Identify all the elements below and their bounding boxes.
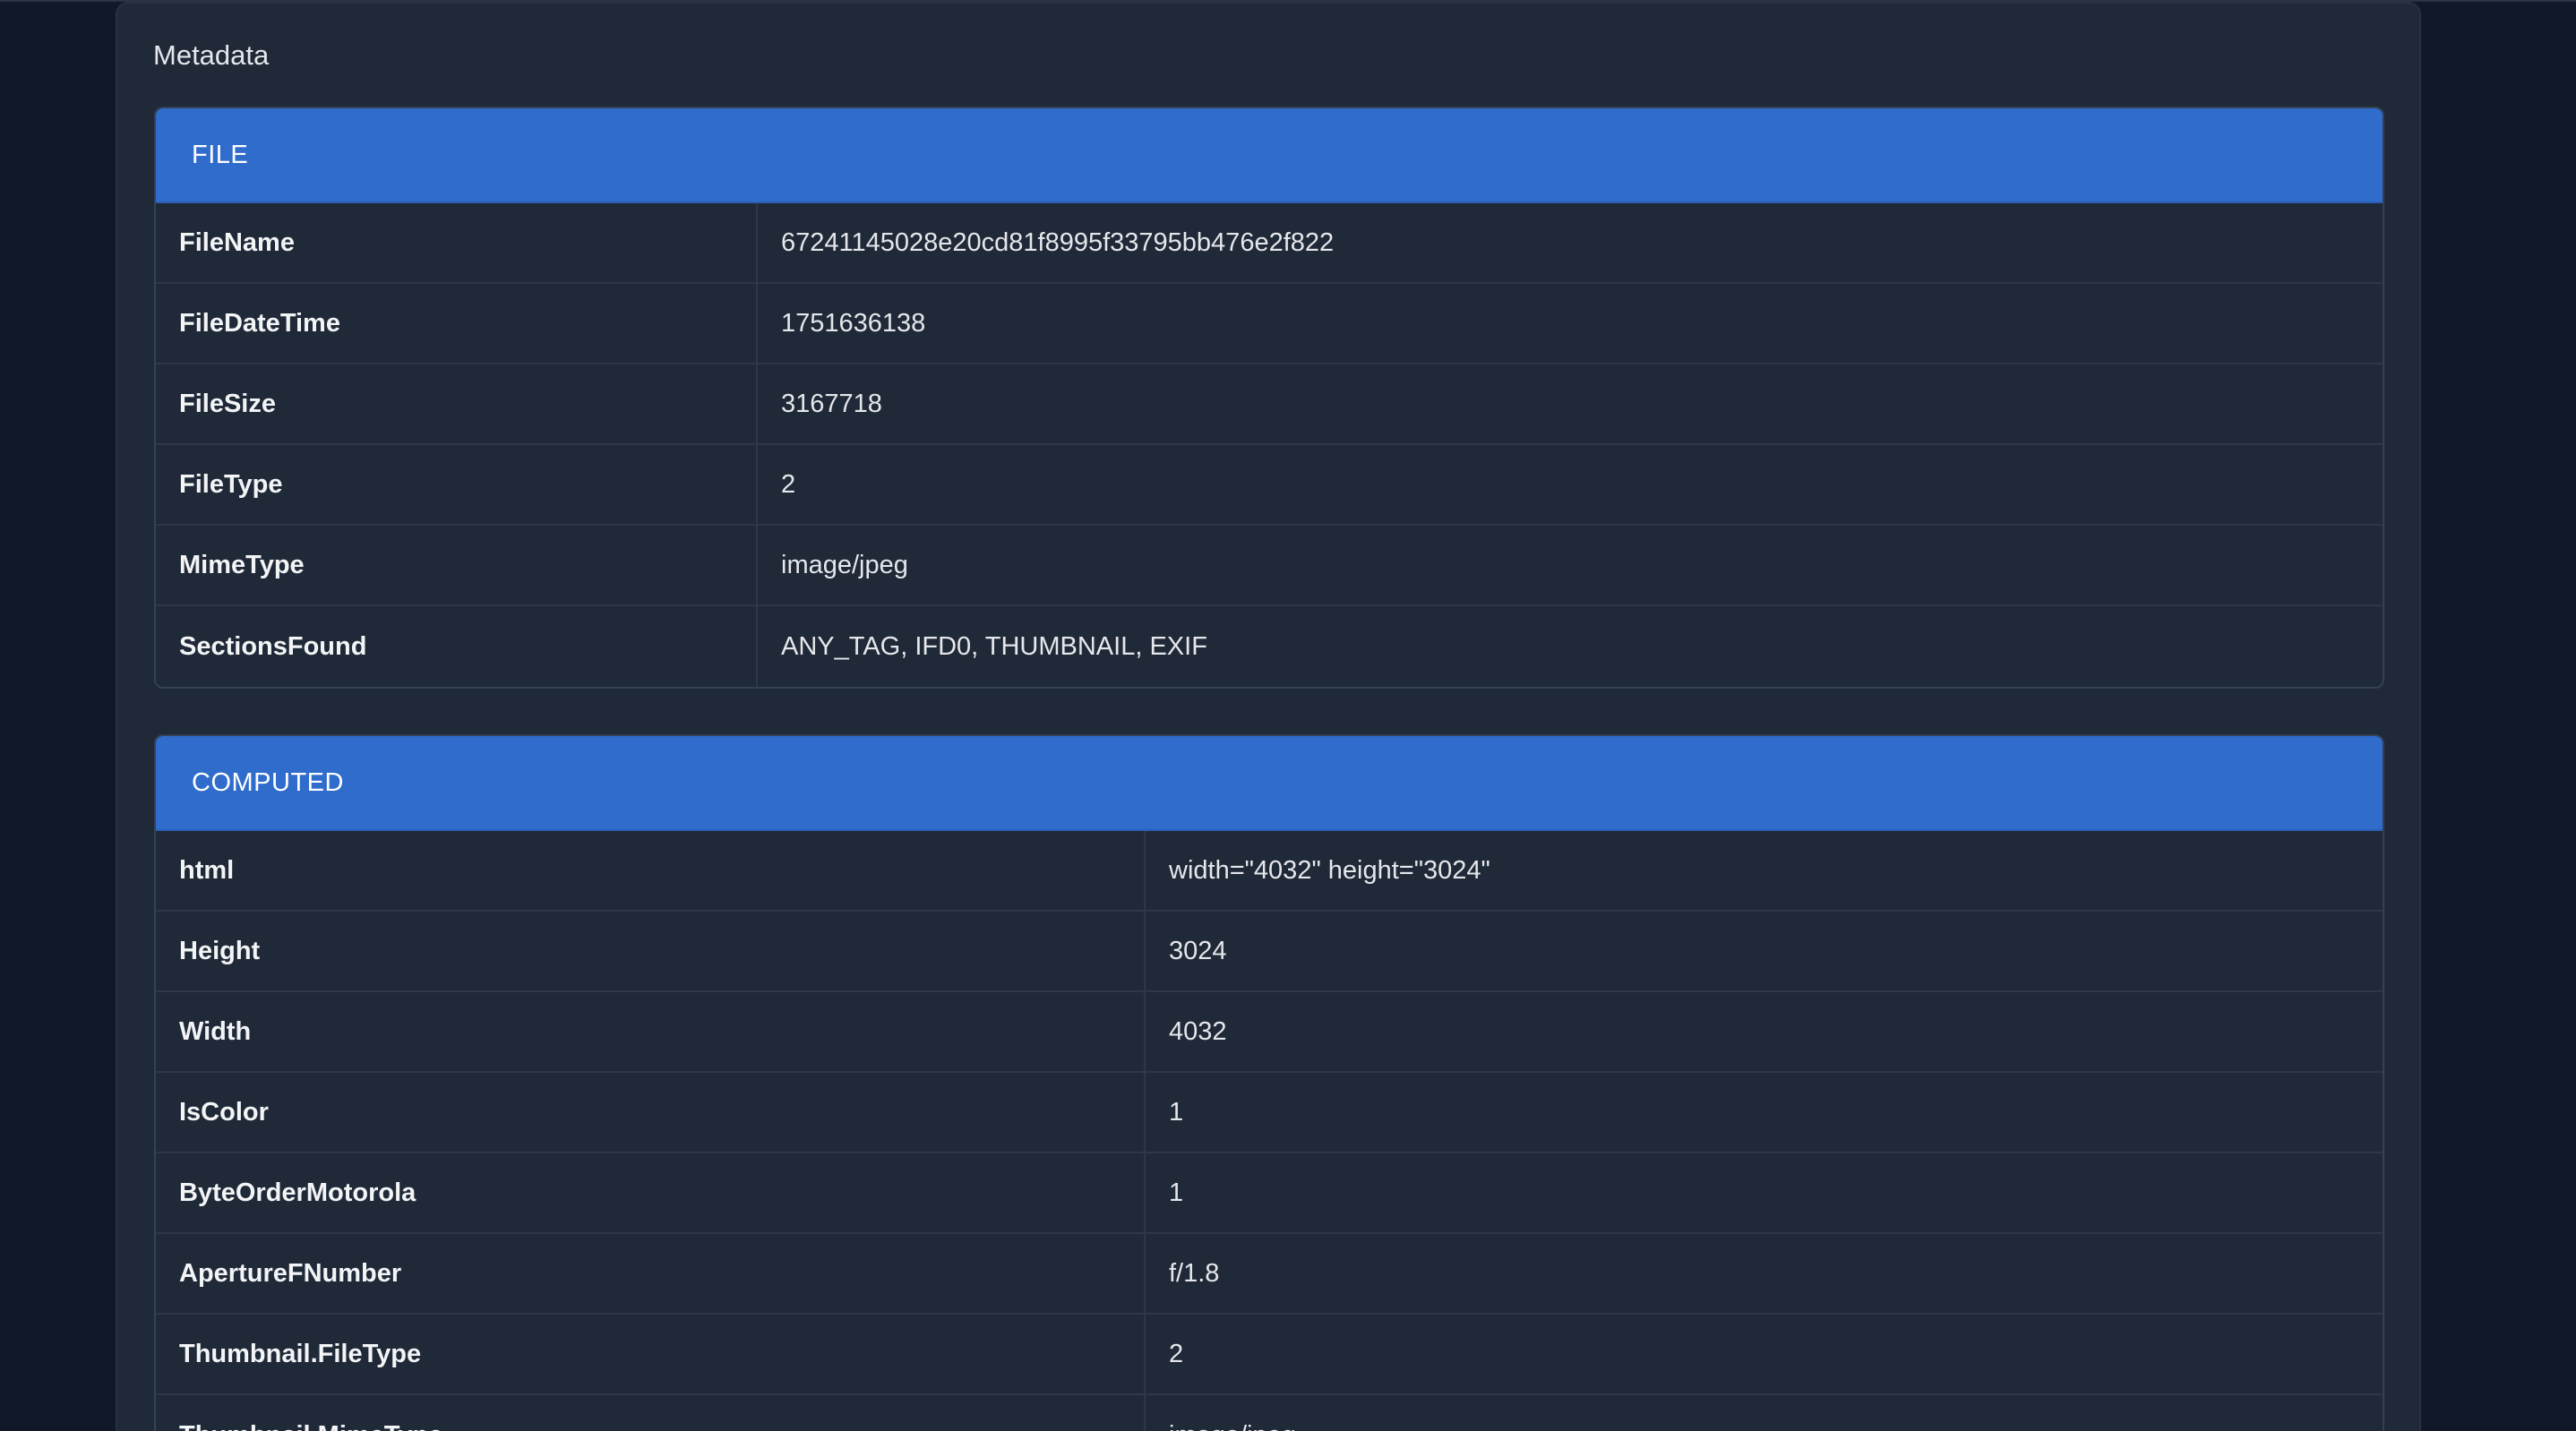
table-row: ApertureFNumber f/1.8 — [156, 1234, 2383, 1315]
row-key: ByteOrderMotorola — [156, 1153, 1146, 1232]
row-key: ApertureFNumber — [156, 1234, 1146, 1313]
row-value: image/jpeg — [1146, 1395, 2383, 1431]
table-row: FileName 67241145028e20cd81f8995f33795bb… — [156, 203, 2383, 284]
row-value: 3167718 — [781, 389, 882, 418]
row-key: SectionsFound — [156, 606, 758, 687]
table-row: ByteOrderMotorola 1 — [156, 1153, 2383, 1234]
table-row: Height 3024 — [156, 912, 2383, 992]
row-value: 1751636138 — [781, 308, 926, 338]
row-value: 1 — [1169, 1097, 1184, 1127]
row-value: 2 — [781, 469, 796, 499]
row-value: image/jpeg — [781, 550, 908, 579]
table-row: FileType 2 — [156, 445, 2383, 526]
table-row: IsColor 1 — [156, 1073, 2383, 1153]
card-title: Metadata — [153, 39, 270, 71]
row-key: Height — [156, 912, 1146, 990]
row-value: width="4032" height="3024" — [1169, 855, 1490, 885]
file-table: FileName 67241145028e20cd81f8995f33795bb… — [156, 203, 2383, 687]
row-value: 3024 — [1169, 936, 1227, 965]
table-row: html width="4032" height="3024" — [156, 831, 2383, 912]
computed-section: COMPUTED html width="4032" height="3024"… — [154, 734, 2384, 1431]
computed-section-header[interactable]: COMPUTED — [156, 736, 2383, 831]
row-key: FileType — [156, 445, 758, 524]
metadata-card: Metadata FILE FileName 67241145028e20cd8… — [116, 2, 2421, 1431]
computed-table: html width="4032" height="3024" Height 3… — [156, 831, 2383, 1431]
table-row: Thumbnail.MimeType image/jpeg — [156, 1395, 2383, 1431]
row-key: Thumbnail.MimeType — [156, 1395, 1146, 1431]
row-value: 2 — [1169, 1339, 1184, 1368]
row-key: FileName — [156, 203, 758, 282]
row-key: Thumbnail.FileType — [156, 1315, 1146, 1393]
row-value: f/1.8 — [1169, 1258, 1220, 1288]
table-row: SectionsFound ANY_TAG, IFD0, THUMBNAIL, … — [156, 606, 2383, 687]
row-key: FileSize — [156, 364, 758, 443]
row-key: Width — [156, 992, 1146, 1071]
row-key: html — [156, 831, 1146, 910]
table-row: Thumbnail.FileType 2 — [156, 1315, 2383, 1395]
file-section-header[interactable]: FILE — [156, 108, 2383, 203]
table-row: FileSize 3167718 — [156, 364, 2383, 445]
table-row: Width 4032 — [156, 992, 2383, 1073]
row-value: 4032 — [1169, 1016, 1227, 1046]
table-row: MimeType image/jpeg — [156, 526, 2383, 606]
row-key: FileDateTime — [156, 284, 758, 363]
row-key: IsColor — [156, 1073, 1146, 1152]
row-value: ANY_TAG, IFD0, THUMBNAIL, EXIF — [781, 631, 1207, 661]
row-value: 67241145028e20cd81f8995f33795bb476e2f822 — [781, 227, 1335, 257]
file-section: FILE FileName 67241145028e20cd81f8995f33… — [154, 107, 2384, 689]
row-key: MimeType — [156, 526, 758, 604]
row-value: 1 — [1169, 1178, 1184, 1207]
page: Metadata FILE FileName 67241145028e20cd8… — [0, 0, 2576, 1431]
table-row: FileDateTime 1751636138 — [156, 284, 2383, 364]
